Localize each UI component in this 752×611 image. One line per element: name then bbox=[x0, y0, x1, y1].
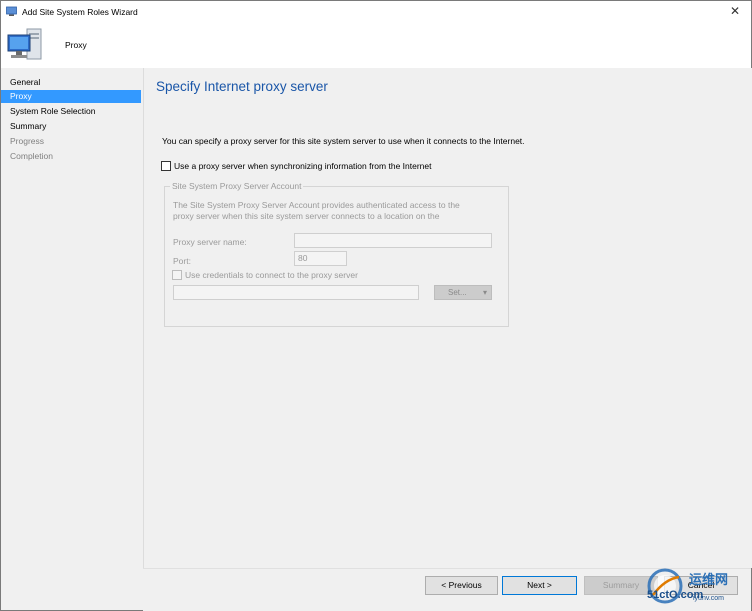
sidebar-item-progress: Progress bbox=[10, 136, 45, 146]
proxy-account-field[interactable] bbox=[173, 285, 419, 300]
close-icon[interactable]: ✕ bbox=[727, 4, 743, 18]
set-button[interactable]: Set... ▾ bbox=[434, 285, 492, 300]
page-description: You can specify a proxy server for this … bbox=[162, 136, 525, 146]
previous-button[interactable]: < Previous bbox=[425, 576, 498, 595]
wizard-sidebar: General Proxy System Role Selection Summ… bbox=[1, 68, 143, 610]
watermark-site-name: 运维网 bbox=[689, 572, 729, 587]
wizard-header: Proxy bbox=[1, 22, 751, 69]
computer-icon bbox=[7, 28, 42, 60]
use-proxy-checkbox[interactable] bbox=[161, 161, 171, 171]
sidebar-item-general[interactable]: General bbox=[1, 76, 141, 89]
window-title: Add Site System Roles Wizard bbox=[22, 7, 138, 17]
port-label: Port: bbox=[173, 256, 191, 266]
group-legend: Site System Proxy Server Account bbox=[170, 181, 304, 191]
sidebar-item-summary[interactable]: Summary bbox=[1, 120, 141, 133]
proxy-server-name-field[interactable] bbox=[294, 233, 492, 248]
chevron-down-icon: ▾ bbox=[482, 288, 487, 297]
page-title: Specify Internet proxy server bbox=[156, 79, 328, 94]
wizard-window: Add Site System Roles Wizard ✕ Proxy Gen… bbox=[0, 0, 752, 611]
title-bar: Add Site System Roles Wizard ✕ bbox=[1, 1, 751, 22]
use-proxy-label[interactable]: Use a proxy server when synchronizing in… bbox=[174, 161, 431, 171]
proxy-account-group: Site System Proxy Server Account The Sit… bbox=[164, 181, 509, 327]
watermark-logo: 运维网 51ctO.com iyunv.com bbox=[643, 565, 752, 610]
use-credentials-checkbox[interactable] bbox=[172, 270, 182, 280]
port-field[interactable]: 80 bbox=[294, 251, 347, 266]
proxy-server-name-label: Proxy server name: bbox=[173, 237, 247, 247]
next-button[interactable]: Next > bbox=[502, 576, 577, 595]
wizard-content: Specify Internet proxy server You can sp… bbox=[143, 68, 752, 568]
header-title: Proxy bbox=[65, 40, 87, 50]
wizard-app-icon bbox=[6, 6, 17, 16]
group-description-line2: proxy server when this site system serve… bbox=[173, 211, 440, 221]
sidebar-item-system-role-selection[interactable]: System Role Selection bbox=[1, 105, 141, 118]
use-credentials-label[interactable]: Use credentials to connect to the proxy … bbox=[185, 270, 358, 280]
watermark-sub: iyunv.com bbox=[693, 595, 724, 602]
sidebar-item-proxy[interactable]: Proxy bbox=[1, 90, 141, 103]
set-button-label: Set... bbox=[448, 288, 467, 297]
group-description-line1: The Site System Proxy Server Account pro… bbox=[173, 200, 460, 210]
sidebar-item-completion: Completion bbox=[10, 151, 53, 161]
